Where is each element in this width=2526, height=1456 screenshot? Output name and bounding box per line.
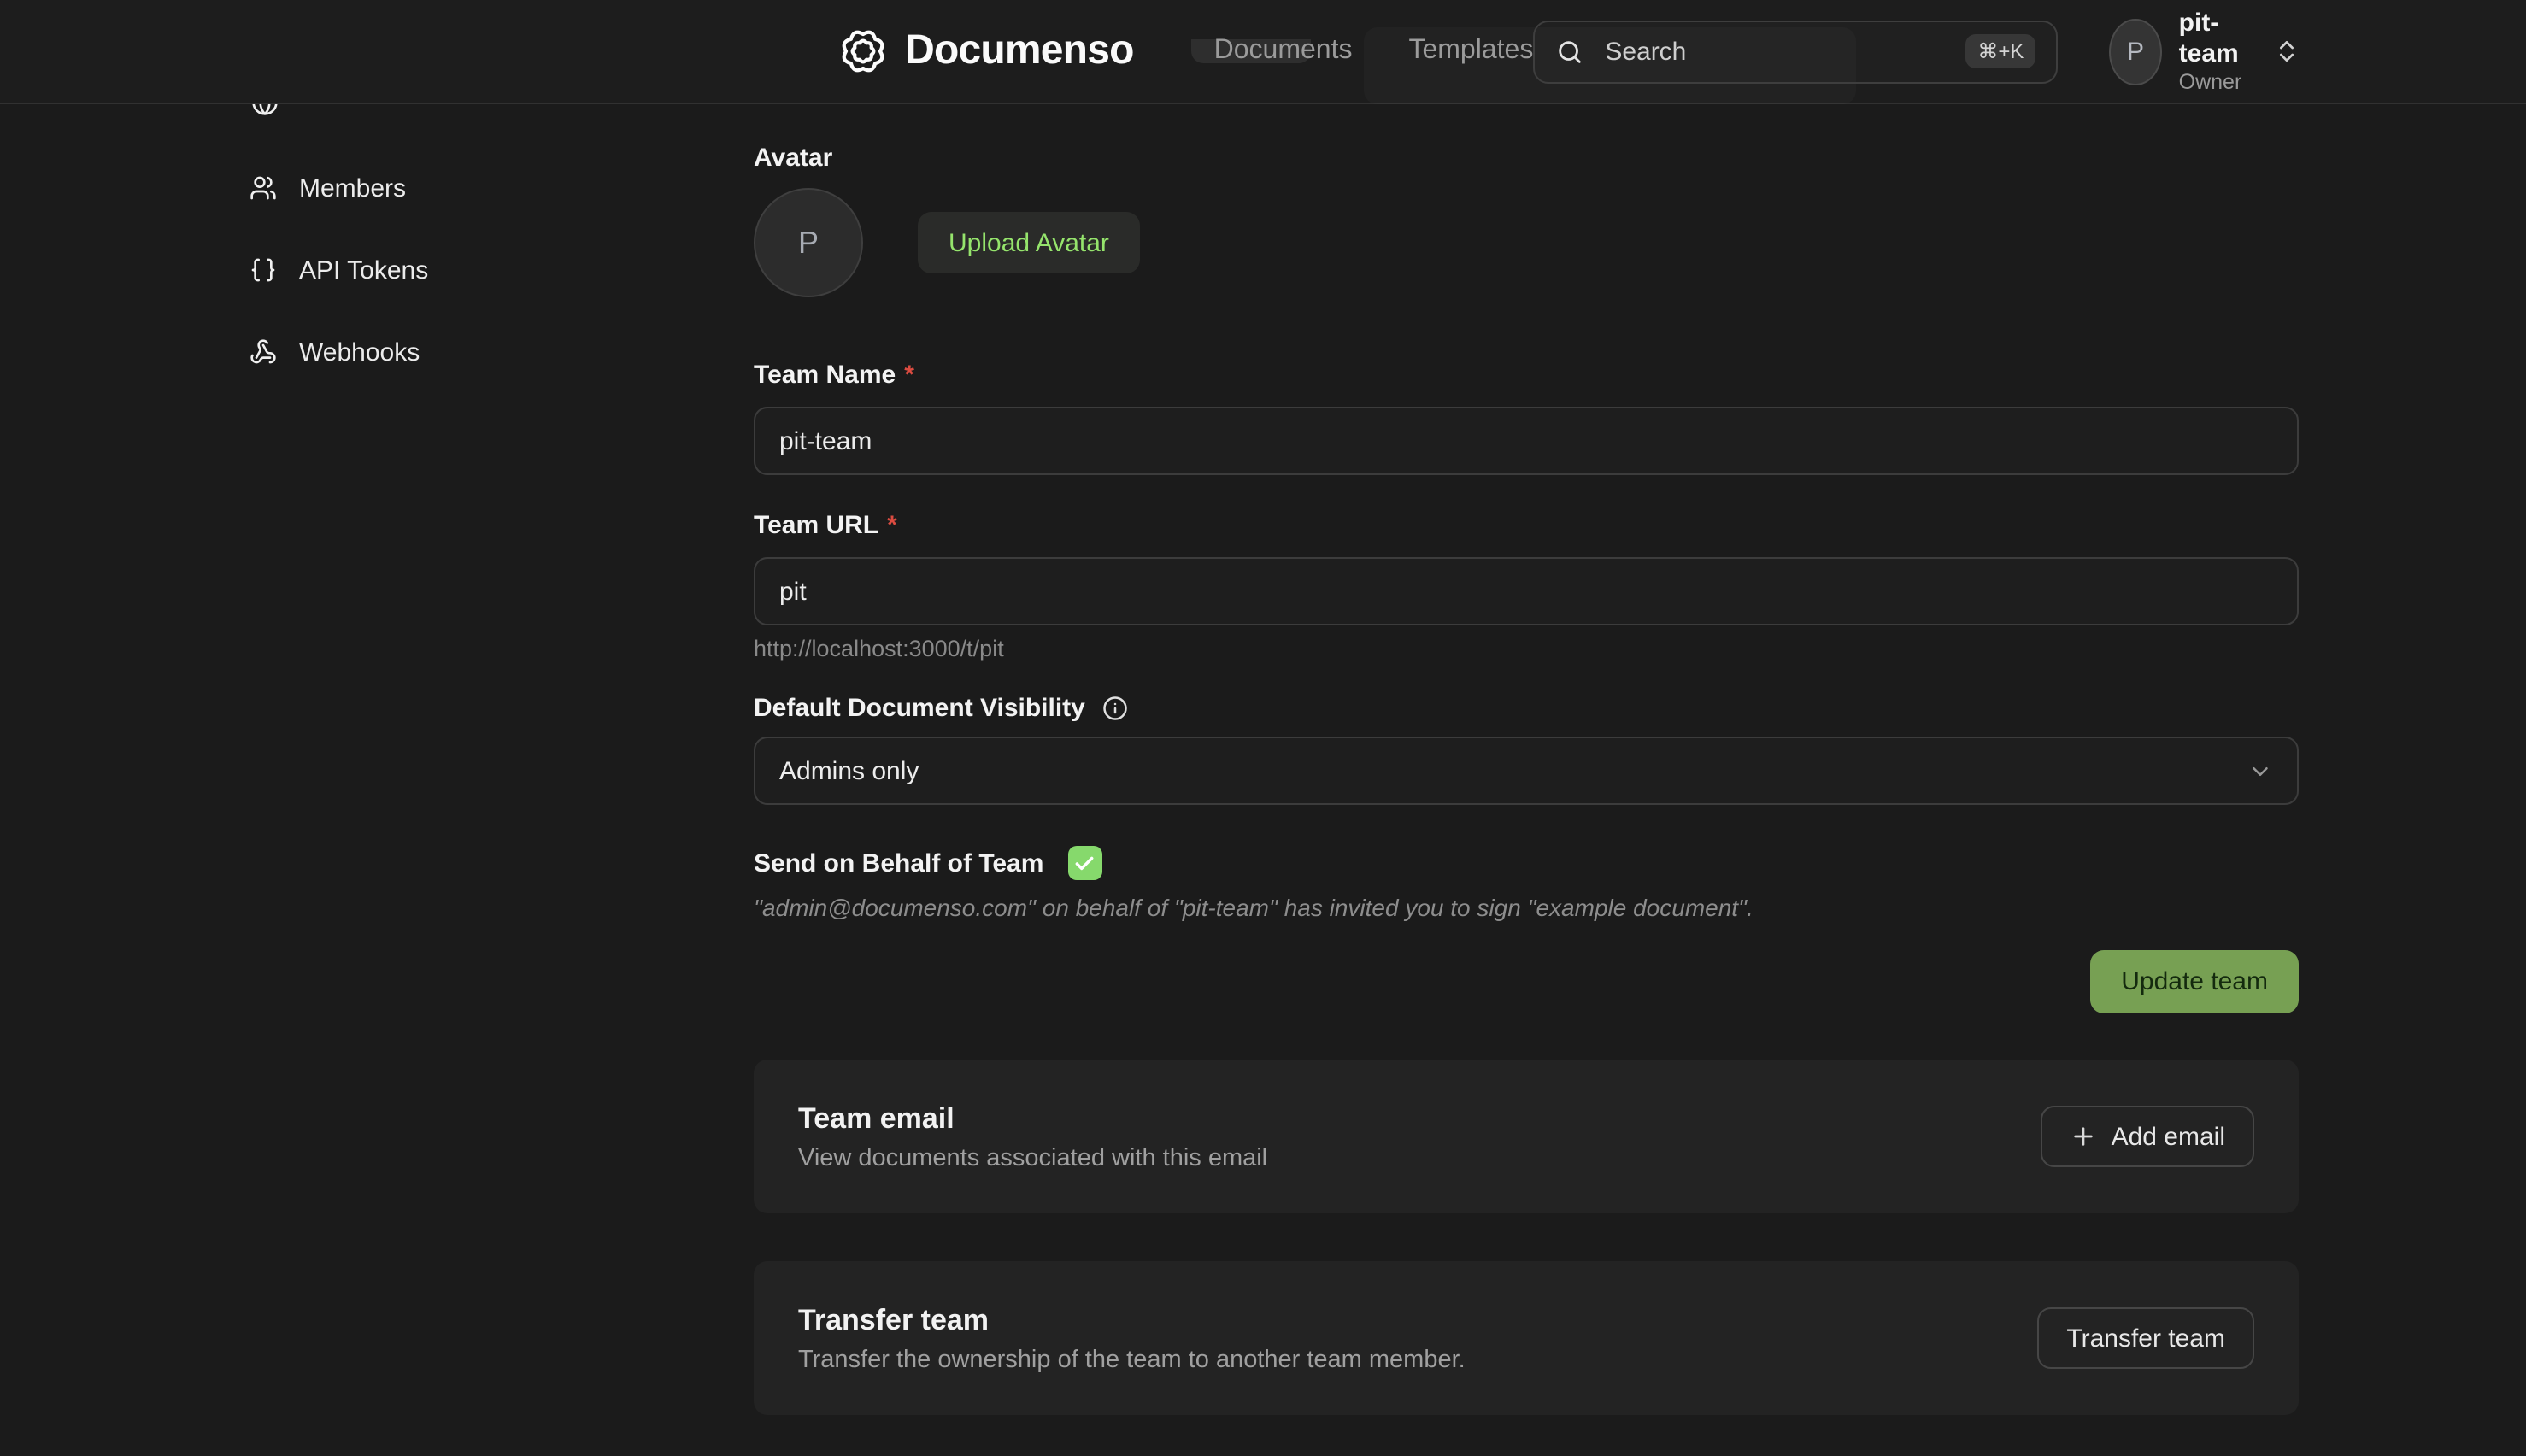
webhook-icon bbox=[250, 338, 277, 366]
avatar-label: Avatar bbox=[754, 144, 2299, 173]
transfer-team-description: Transfer the ownership of the team to an… bbox=[798, 1346, 1466, 1373]
user-role: Owner bbox=[2179, 69, 2256, 95]
documenso-logo[interactable]: Documenso bbox=[837, 26, 1134, 77]
brand-name: Documenso bbox=[905, 27, 1134, 75]
transfer-team-title: Transfer team bbox=[798, 1303, 1466, 1337]
info-icon[interactable] bbox=[1102, 696, 1128, 721]
transfer-team-card: Transfer team Transfer the ownership of … bbox=[754, 1261, 2299, 1415]
transfer-team-text: Transfer team Transfer the ownership of … bbox=[798, 1303, 1466, 1373]
upload-avatar-button[interactable]: Upload Avatar bbox=[918, 212, 1140, 273]
add-email-button[interactable]: Add email bbox=[2041, 1106, 2254, 1167]
send-on-behalf-example: "admin@documenso.com" on behalf of "pit-… bbox=[754, 894, 2299, 921]
visibility-label: Default Document Visibility bbox=[754, 694, 2299, 723]
team-url-label: Team URL* bbox=[754, 511, 2299, 540]
sidebar-items: Members API Tokens bbox=[250, 171, 428, 369]
main-nav: Documents Templates bbox=[1214, 36, 1534, 67]
sidebar-item-webhooks[interactable]: Webhooks bbox=[250, 335, 428, 369]
sidebar-item-label: Members bbox=[299, 173, 406, 203]
avatar-row: P Upload Avatar bbox=[754, 188, 2299, 297]
team-email-description: View documents associated with this emai… bbox=[798, 1144, 1267, 1171]
transfer-team-button[interactable]: Transfer team bbox=[2037, 1307, 2254, 1369]
send-on-behalf-checkbox[interactable] bbox=[1068, 846, 1102, 880]
team-url-helper: http://localhost:3000/t/pit bbox=[754, 636, 2299, 661]
send-on-behalf-label: Send on Behalf of Team bbox=[754, 848, 1044, 878]
visibility-select[interactable]: Admins only bbox=[754, 737, 2299, 805]
search-icon bbox=[1555, 37, 1584, 66]
required-asterisk: * bbox=[904, 361, 914, 390]
sidebar-item-api-tokens[interactable]: API Tokens bbox=[250, 253, 428, 287]
users-icon bbox=[250, 174, 277, 202]
user-meta: pit-team Owner bbox=[2179, 8, 2256, 95]
visibility-selected-value: Admins only bbox=[779, 756, 919, 785]
team-name-input[interactable] bbox=[754, 407, 2299, 475]
update-team-button[interactable]: Update team bbox=[2090, 950, 2299, 1013]
plus-icon bbox=[2071, 1123, 2098, 1150]
documenso-rosette-icon bbox=[837, 26, 888, 77]
search-bar[interactable]: ⌘+K bbox=[1533, 20, 2058, 83]
user-avatar: P bbox=[2109, 18, 2161, 85]
nav-templates[interactable]: Templates bbox=[1408, 36, 1533, 67]
sidebar-item-label: Webhooks bbox=[299, 338, 420, 367]
search-input[interactable] bbox=[1601, 35, 1948, 68]
user-menu[interactable]: P pit-team Owner bbox=[2109, 8, 2300, 95]
team-email-card: Team email View documents associated wit… bbox=[754, 1060, 2299, 1213]
braces-icon bbox=[250, 256, 277, 284]
team-name-label: Team Name* bbox=[754, 361, 2299, 390]
sidebar-item-label: API Tokens bbox=[299, 255, 428, 285]
team-email-text: Team email View documents associated wit… bbox=[798, 1101, 1267, 1171]
required-asterisk: * bbox=[887, 511, 897, 540]
top-navigation-bar: Documenso Documents Templates ⌘+K P pit-… bbox=[0, 0, 2526, 104]
send-on-behalf-row: Send on Behalf of Team bbox=[754, 846, 2299, 880]
sidebar-item-members[interactable]: Members bbox=[250, 171, 428, 205]
check-icon bbox=[1074, 852, 1096, 874]
team-avatar: P bbox=[754, 188, 863, 297]
chevron-down-icon bbox=[2247, 758, 2273, 784]
documenso-team-settings-page: Members API Tokens bbox=[0, 0, 2526, 1456]
nav-documents[interactable]: Documents bbox=[1214, 36, 1353, 67]
team-settings-form: Avatar P Upload Avatar Team Name* Team U… bbox=[754, 104, 2299, 1456]
chevrons-up-down-icon bbox=[2273, 38, 2300, 65]
search-shortcut-badge: ⌘+K bbox=[1965, 34, 2035, 68]
user-team-name: pit-team bbox=[2179, 8, 2256, 69]
team-email-title: Team email bbox=[798, 1101, 1267, 1136]
team-url-input[interactable] bbox=[754, 557, 2299, 625]
